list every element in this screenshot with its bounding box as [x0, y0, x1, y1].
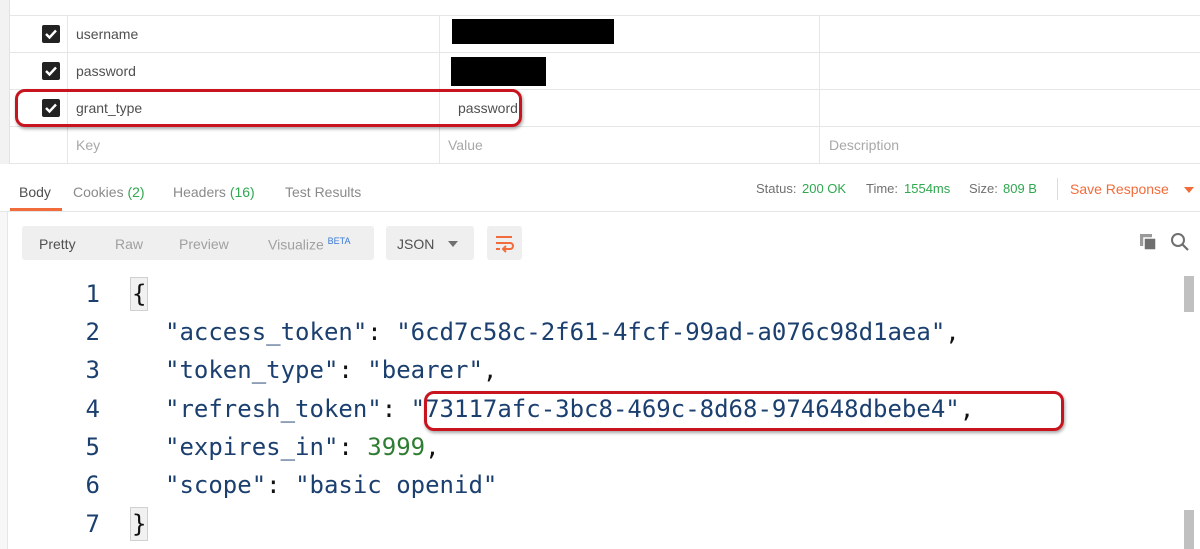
param-value-cell[interactable] — [440, 16, 820, 52]
chevron-down-icon[interactable] — [1184, 187, 1194, 193]
copy-icon[interactable] — [1138, 232, 1158, 252]
cookies-count: (2) — [127, 184, 145, 200]
size-label: Size: — [969, 181, 998, 196]
form-data-table: username password grant_type password Ke… — [0, 0, 1200, 164]
param-description-cell[interactable]: Description — [820, 127, 1200, 163]
param-new-row: Key Value Description — [10, 127, 1200, 164]
check-icon — [45, 66, 57, 77]
line-number: 3 — [85, 356, 100, 384]
language-select-value: JSON — [397, 236, 435, 252]
checkbox-checked[interactable] — [42, 25, 60, 43]
format-segmented-control: Pretty Raw Preview Visualize BETA — [22, 226, 374, 260]
code-line: "scope": "basic openid" — [165, 471, 498, 499]
tab-cookies-label: Cookies — [73, 184, 124, 200]
param-key-cell[interactable]: username — [68, 16, 440, 52]
chevron-down-icon — [448, 241, 458, 247]
tab-cookies[interactable]: Cookies (2) — [73, 184, 145, 200]
redacted-value — [452, 19, 614, 44]
time-value: 1554ms — [904, 181, 950, 196]
line-number: 4 — [85, 395, 100, 423]
headers-count: (16) — [229, 184, 255, 200]
wrap-lines-icon — [496, 236, 514, 253]
code-line: { — [130, 276, 149, 312]
response-tab-bar: Body Cookies (2) Headers (16) Test Resul… — [0, 164, 1200, 212]
key-placeholder: Key — [76, 137, 101, 153]
status-value: 200 OK — [802, 181, 846, 196]
checkbox-checked[interactable] — [42, 62, 60, 80]
line-number: 5 — [85, 433, 100, 461]
line-number: 7 — [85, 510, 100, 538]
param-key: password — [76, 63, 136, 79]
line-number: 1 — [85, 280, 100, 308]
visualize-label: Visualize — [268, 236, 324, 253]
beta-badge: BETA — [327, 236, 351, 246]
status-value-text: 200 OK — [802, 181, 847, 196]
param-value-cell[interactable]: Value — [440, 127, 820, 163]
json-key: "token_type" — [165, 356, 339, 384]
response-body-viewer: 1 2 3 4 5 6 7 { "access_token": "6cd7c58… — [0, 276, 1200, 549]
save-response-button[interactable]: Save Response — [1070, 181, 1169, 197]
side-panel-edge — [0, 0, 10, 164]
param-enabled-cell — [20, 53, 68, 89]
check-icon — [45, 29, 57, 40]
refresh-token-highlight — [424, 391, 1064, 431]
language-select[interactable]: JSON — [386, 226, 474, 260]
code-line: "expires_in": 3999, — [165, 433, 440, 461]
param-row: password — [10, 53, 1200, 90]
value-placeholder: Value — [448, 137, 483, 153]
code-line: "token_type": "bearer", — [165, 356, 498, 384]
status-label: Status: — [756, 181, 797, 196]
time-label: Time: — [866, 181, 899, 196]
param-enabled-cell — [20, 127, 68, 163]
format-visualize-button[interactable]: Visualize BETA — [268, 236, 351, 253]
format-preview-button[interactable]: Preview — [179, 236, 229, 252]
description-placeholder: Description — [829, 137, 900, 153]
format-raw-button[interactable]: Raw — [115, 236, 143, 252]
json-key: "access_token" — [165, 318, 368, 346]
grant-type-highlight — [15, 89, 522, 127]
table-top-edge — [10, 0, 1200, 16]
time-value-text: 1554ms — [904, 181, 951, 196]
code-line: "access_token": "6cd7c58c-2f61-4fcf-99ad… — [165, 318, 960, 346]
tab-headers-label: Headers — [173, 184, 226, 200]
line-number: 6 — [85, 471, 100, 499]
wrap-lines-button[interactable] — [487, 226, 522, 260]
json-key: "expires_in" — [165, 433, 339, 461]
param-key-cell[interactable]: Key — [68, 127, 440, 163]
param-key-cell[interactable]: password — [68, 53, 440, 89]
param-enabled-cell — [20, 16, 68, 52]
param-description-cell[interactable] — [820, 90, 1200, 126]
tab-body[interactable]: Body — [19, 184, 51, 200]
param-description-cell[interactable] — [820, 16, 1200, 52]
param-key: username — [76, 26, 139, 42]
json-close-brace: } — [130, 507, 149, 541]
scrollbar-thumb[interactable] — [1184, 276, 1194, 312]
param-description-cell[interactable] — [820, 53, 1200, 89]
scrollbar-thumb[interactable] — [1184, 510, 1194, 549]
json-string-value: "bearer" — [367, 356, 483, 384]
size-value: 809 B — [1003, 181, 1037, 196]
tab-headers[interactable]: Headers (16) — [173, 184, 255, 200]
param-value-cell[interactable] — [440, 53, 820, 89]
param-row: username — [10, 16, 1200, 53]
json-key: "refresh_token" — [165, 395, 382, 423]
search-icon[interactable] — [1170, 232, 1190, 252]
json-key: "scope" — [165, 471, 267, 499]
json-open-brace: { — [130, 277, 149, 311]
line-number: 2 — [85, 318, 100, 346]
code-line: } — [130, 506, 149, 542]
json-number-value: 3999 — [367, 433, 426, 461]
size-value-text: 809 B — [1003, 181, 1037, 196]
tab-test-results[interactable]: Test Results — [285, 184, 361, 200]
json-string-value: "basic openid" — [295, 471, 498, 499]
divider — [1057, 178, 1058, 200]
format-pretty-button[interactable]: Pretty — [39, 236, 76, 252]
redacted-value — [451, 57, 546, 86]
response-format-toolbar: Pretty Raw Preview Visualize BETA JSON — [0, 212, 1200, 276]
json-string-value: "6cd7c58c-2f61-4fcf-99ad-a076c98d1aea" — [396, 318, 946, 346]
active-tab-indicator — [10, 208, 62, 211]
